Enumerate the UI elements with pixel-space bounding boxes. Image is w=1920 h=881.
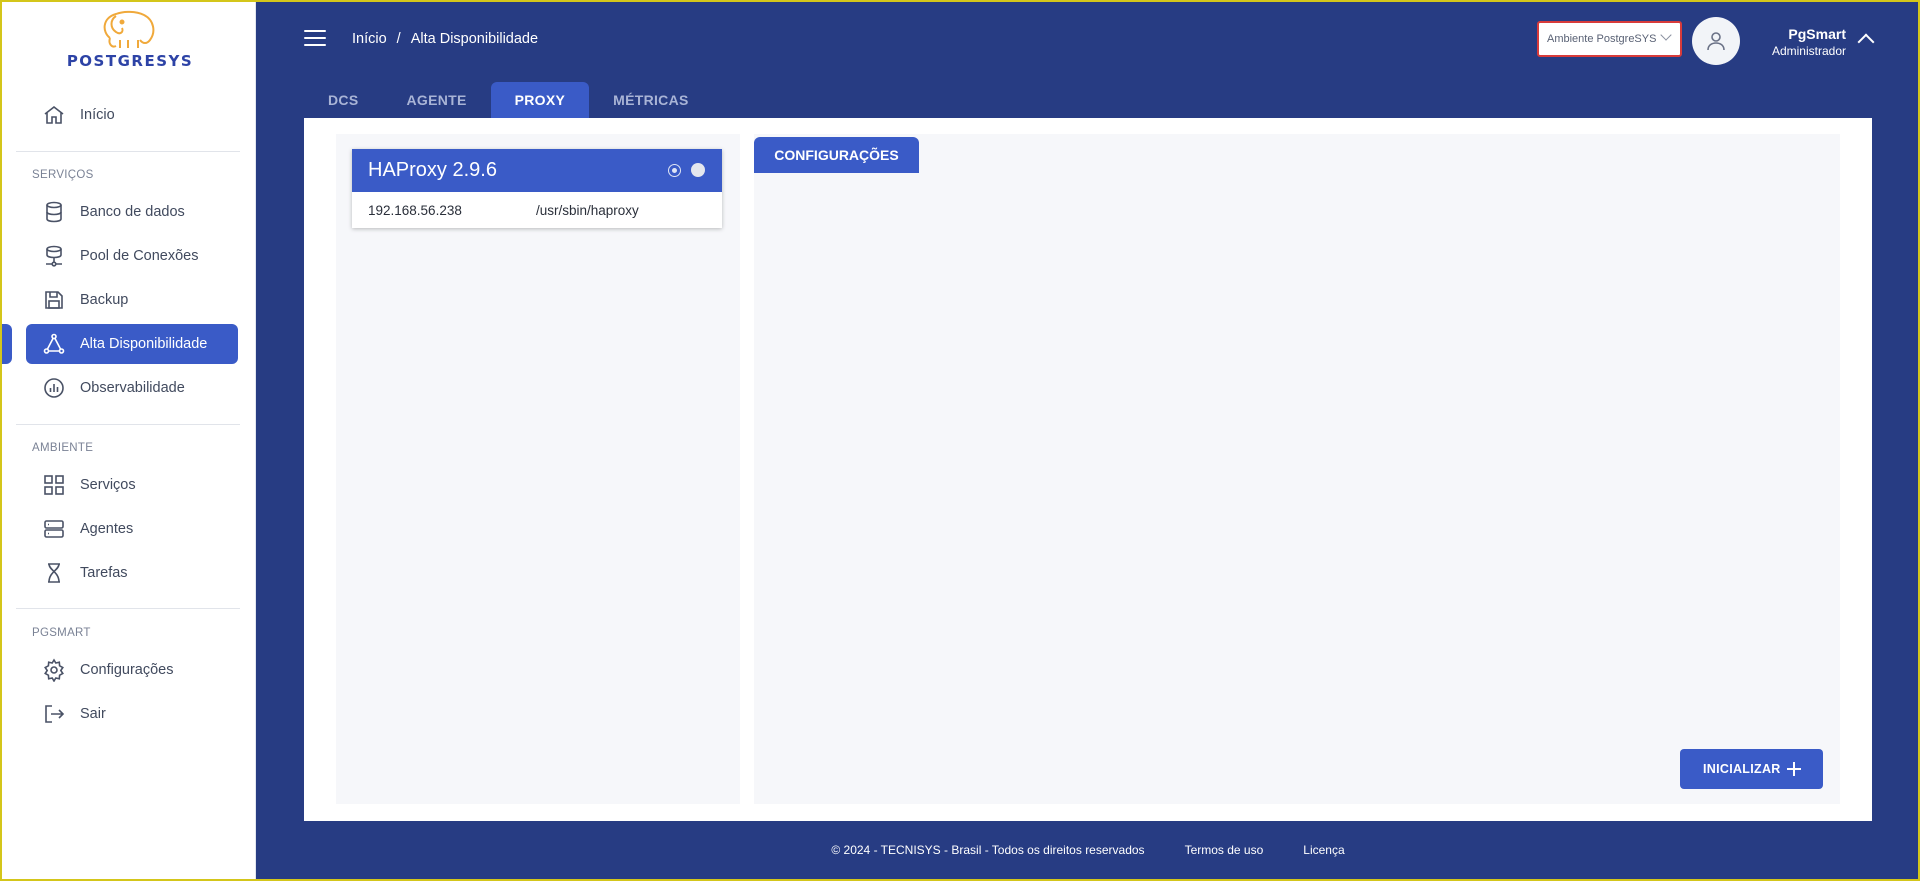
sidebar-item-label: Sair: [80, 706, 106, 722]
chevron-down-icon: [1660, 29, 1672, 41]
proxy-ip: 192.168.56.238: [368, 202, 462, 218]
proxy-list-panel: HAProxy 2.9.6 192.168.56.238 /usr/sbin/h…: [336, 134, 740, 804]
sidebar-divider: [16, 151, 240, 152]
sidebar-item-label: Tarefas: [80, 565, 128, 581]
breadcrumb: Início / Alta Disponibilidade: [352, 31, 538, 47]
status-dot-icon: [691, 163, 705, 177]
sidebar-item-servicos[interactable]: Serviços: [26, 465, 238, 505]
config-panel: CONFIGURAÇÕES INICIALIZAR: [754, 134, 1840, 804]
logout-icon: [42, 702, 66, 726]
footer-license-link[interactable]: Licença: [1303, 843, 1344, 857]
tab-bar: DCS AGENTE PROXY MÉTRICAS: [304, 82, 713, 118]
sidebar-divider: [16, 608, 240, 609]
elephant-logo-icon: [103, 10, 155, 48]
user-name: PgSmart: [1788, 26, 1846, 42]
initialize-button[interactable]: INICIALIZAR: [1680, 749, 1823, 789]
footer-terms-link[interactable]: Termos de uso: [1185, 843, 1264, 857]
sidebar-item-alta-disponibilidade[interactable]: Alta Disponibilidade: [26, 324, 238, 364]
server-icon: [42, 517, 66, 541]
tab-proxy[interactable]: PROXY: [490, 82, 590, 118]
gear-icon: [42, 658, 66, 682]
plus-icon: [1787, 762, 1801, 776]
proxy-card[interactable]: HAProxy 2.9.6 192.168.56.238 /usr/sbin/h…: [352, 149, 722, 228]
sidebar-item-label: Configurações: [80, 662, 174, 678]
proxy-path: /usr/sbin/haproxy: [536, 202, 639, 218]
breadcrumb-current: Alta Disponibilidade: [410, 31, 539, 47]
proxy-details: 192.168.56.238 /usr/sbin/haproxy: [352, 192, 722, 228]
database-icon: [42, 200, 66, 224]
home-icon: [42, 103, 66, 127]
sidebar-item-label: Serviços: [80, 477, 136, 493]
hourglass-icon: [42, 561, 66, 585]
breadcrumb-inicio[interactable]: Início: [352, 31, 387, 47]
sidebar-item-banco-de-dados[interactable]: Banco de dados: [26, 192, 238, 232]
triangle-nodes-icon: [42, 332, 66, 356]
tab-configuracoes[interactable]: CONFIGURAÇÕES: [754, 137, 919, 173]
tab-dcs[interactable]: DCS: [304, 82, 382, 118]
environment-select-value: Ambiente PostgreSYS: [1547, 33, 1657, 45]
sidebar: POSTGRESYS Início SERVIÇOS Banco de dado…: [0, 0, 256, 881]
proxy-card-header: HAProxy 2.9.6: [352, 149, 722, 192]
sidebar-item-pool-de-conexoes[interactable]: Pool de Conexões: [26, 236, 238, 276]
hamburger-menu-icon[interactable]: [304, 30, 326, 48]
breadcrumb-separator: /: [396, 31, 401, 47]
grid-icon: [42, 473, 66, 497]
active-item-marker: [0, 324, 12, 364]
chevron-up-icon[interactable]: [1857, 33, 1875, 51]
sidebar-item-tarefas[interactable]: Tarefas: [26, 553, 238, 593]
pool-icon: [42, 244, 66, 268]
chart-icon: [42, 376, 66, 400]
sidebar-item-label: Pool de Conexões: [80, 248, 199, 264]
environment-select[interactable]: Ambiente PostgreSYS: [1537, 21, 1682, 57]
user-role: Administrador: [1771, 44, 1846, 58]
proxy-title: HAProxy 2.9.6: [368, 159, 497, 181]
sidebar-item-observabilidade[interactable]: Observabilidade: [26, 368, 238, 408]
tab-content: HAProxy 2.9.6 192.168.56.238 /usr/sbin/h…: [304, 118, 1872, 821]
section-label-pgsmart: PGSMART: [32, 627, 91, 639]
footer-copyright: © 2024 - TECNISYS - Brasil - Todos os di…: [831, 843, 1145, 857]
tab-metricas[interactable]: MÉTRICAS: [589, 82, 713, 118]
initialize-button-label: INICIALIZAR: [1703, 762, 1781, 776]
sidebar-item-agentes[interactable]: Agentes: [26, 509, 238, 549]
brand-logo[interactable]: POSTGRESYS: [40, 10, 220, 72]
sidebar-item-label: Banco de dados: [80, 204, 185, 220]
status-info-icon[interactable]: [668, 164, 681, 177]
sidebar-divider: [16, 424, 240, 425]
sidebar-item-label: Backup: [80, 292, 129, 308]
save-icon: [42, 288, 66, 312]
tab-agente[interactable]: AGENTE: [382, 82, 490, 118]
sidebar-item-backup[interactable]: Backup: [26, 280, 238, 320]
sidebar-item-sair[interactable]: Sair: [26, 694, 238, 734]
user-icon: [1707, 32, 1725, 51]
sidebar-item-inicio[interactable]: Início: [26, 95, 238, 135]
main-area: Início / Alta Disponibilidade Ambiente P…: [256, 0, 1920, 881]
sidebar-item-label: Início: [80, 107, 115, 123]
sidebar-item-label: Agentes: [80, 521, 134, 537]
sidebar-item-configuracoes[interactable]: Configurações: [26, 650, 238, 690]
footer: © 2024 - TECNISYS - Brasil - Todos os di…: [256, 843, 1920, 857]
section-label-servicos: SERVIÇOS: [32, 169, 94, 181]
brand-name: POSTGRESYS: [66, 52, 194, 70]
sidebar-item-label: Alta Disponibilidade: [80, 336, 208, 352]
sidebar-item-label: Observabilidade: [80, 380, 185, 396]
section-label-ambiente: AMBIENTE: [32, 442, 94, 454]
avatar[interactable]: [1692, 17, 1740, 65]
